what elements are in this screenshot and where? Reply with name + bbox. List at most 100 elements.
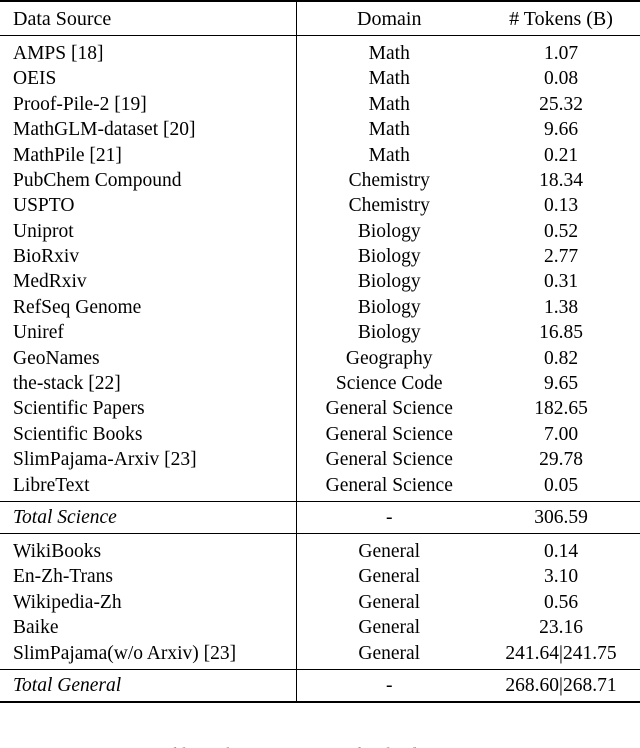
- table-row: Uniref Biology 16.85: [0, 320, 640, 346]
- cell-domain: Math: [295, 91, 482, 118]
- cell-data-source: Wikipedia-Zh: [13, 591, 122, 613]
- table-row: USPTO Chemistry 0.13: [0, 193, 640, 219]
- cell-domain: General: [295, 539, 482, 565]
- column-header-domain: Domain: [295, 2, 482, 36]
- table-row: Wikipedia-Zh General 0.56: [0, 589, 640, 616]
- table-row: Scientific Papers General Science 182.65: [0, 396, 640, 422]
- cell-domain: Science Code: [295, 371, 482, 397]
- cell-total-science-domain: -: [295, 502, 482, 534]
- cell-data-source: MedRxiv: [13, 271, 87, 293]
- cell-data-source: Uniprot: [13, 220, 74, 242]
- cell-tokens: 1.07: [543, 42, 579, 64]
- cell-domain: General Science: [295, 447, 482, 473]
- table-row: LibreText General Science 0.05: [0, 472, 640, 499]
- table-row: Scientific Books General Science 7.00: [0, 421, 640, 448]
- table-row: MedRxiv Biology 0.31: [0, 269, 640, 295]
- cell-domain: Biology: [295, 269, 482, 295]
- table-row: AMPS [18] Math 1.07: [0, 41, 640, 67]
- cell-data-source: PubChem Compound: [13, 169, 182, 191]
- cell-tokens: 0.56: [543, 591, 579, 613]
- cell-total-science-tokens: 306.59: [534, 506, 588, 528]
- table-row: En-Zh-Trans General 3.10: [0, 564, 640, 590]
- data-source-table: Data Source Domain # Tokens (B) AMPS [18…: [0, 0, 640, 704]
- cell-data-source: OEIS: [13, 68, 57, 90]
- cell-data-source: AMPS [18]: [13, 42, 104, 64]
- cell-data-source: Scientific Papers: [13, 398, 145, 420]
- cell-domain: Chemistry: [295, 193, 482, 219]
- cell-tokens: 0.31: [543, 271, 579, 293]
- cell-tokens: 0.52: [543, 220, 579, 242]
- cell-tokens: 25.32: [539, 93, 583, 115]
- cell-domain: Math: [295, 142, 482, 168]
- cell-data-source: SlimPajama(w/o Arxiv) [23]: [13, 642, 237, 664]
- table-row: Uniprot Biology 0.52: [0, 218, 640, 245]
- cell-domain: General Science: [295, 472, 482, 499]
- table-row: SlimPajama-Arxiv [23] General Science 29…: [0, 447, 640, 473]
- table-row: MathPile [21] Math 0.21: [0, 142, 640, 168]
- cell-domain: Biology: [295, 218, 482, 245]
- cell-data-source: Proof-Pile-2 [19]: [13, 93, 147, 115]
- total-general-row: Total General - 268.60|268.71: [0, 669, 640, 702]
- cell-total-general-domain: -: [295, 669, 482, 702]
- column-header-data-source: Data Source: [13, 7, 112, 30]
- cell-domain: General: [295, 615, 482, 641]
- cell-tokens: 2.77: [543, 246, 579, 268]
- table-row: Baike General 23.16: [0, 615, 640, 641]
- cell-domain: Biology: [295, 294, 482, 321]
- cell-tokens: 0.14: [543, 540, 579, 562]
- cell-total-general-label: Total General: [13, 674, 122, 696]
- cell-tokens: 0.21: [543, 144, 579, 166]
- cell-domain: General: [295, 640, 482, 666]
- cell-tokens: 29.78: [539, 449, 583, 471]
- cell-data-source: Uniref: [13, 322, 64, 344]
- table-row: BioRxiv Biology 2.77: [0, 244, 640, 270]
- cell-domain: Geography: [295, 345, 482, 372]
- cell-data-source: WikiBooks: [13, 540, 102, 562]
- rule-table-bottom: [0, 700, 640, 704]
- cell-tokens: 7.00: [543, 423, 579, 445]
- cell-tokens: 9.65: [543, 373, 579, 395]
- cell-domain: General: [295, 589, 482, 616]
- cell-total-science-label: Total Science: [13, 506, 117, 528]
- cell-tokens: 241.64|241.75: [505, 642, 617, 664]
- cell-data-source: RefSeq Genome: [13, 296, 142, 318]
- cell-domain: General: [295, 564, 482, 590]
- total-science-row: Total Science - 306.59: [0, 502, 640, 534]
- table-row: Proof-Pile-2 [19] Math 25.32: [0, 91, 640, 118]
- table-row: the-stack [22] Science Code 9.65: [0, 371, 640, 397]
- table-row: RefSeq Genome Biology 1.38: [0, 294, 640, 321]
- table-row: PubChem Compound Chemistry 18.34: [0, 167, 640, 194]
- cell-tokens: 182.65: [534, 398, 588, 420]
- cell-domain: Math: [295, 41, 482, 67]
- cell-data-source: LibreText: [13, 474, 90, 496]
- cell-data-source: SlimPajama-Arxiv [23]: [13, 449, 197, 471]
- cell-tokens: 18.34: [539, 169, 583, 191]
- cell-data-source: BioRxiv: [13, 246, 80, 268]
- table-body: Data Source Domain # Tokens (B) AMPS [18…: [0, 0, 640, 704]
- cell-tokens: 1.38: [543, 296, 579, 318]
- cell-data-source: the-stack [22]: [13, 373, 121, 395]
- cell-tokens: 9.66: [543, 119, 579, 141]
- cell-tokens: 0.05: [543, 474, 579, 496]
- cell-data-source: En-Zh-Trans: [13, 566, 114, 588]
- cell-total-general-tokens: 268.60|268.71: [505, 674, 617, 696]
- cell-domain: Biology: [295, 320, 482, 346]
- table-header-row: Data Source Domain # Tokens (B): [0, 2, 640, 36]
- table-row: SlimPajama(w/o Arxiv) [23] General 241.6…: [0, 640, 640, 666]
- cell-data-source: USPTO: [13, 195, 75, 217]
- table-row: OEIS Math 0.08: [0, 66, 640, 92]
- cell-domain: Math: [295, 117, 482, 143]
- cell-data-source: GeoNames: [13, 347, 100, 369]
- table-row: MathGLM-dataset [20] Math 9.66: [0, 117, 640, 143]
- table-container: Data Source Domain # Tokens (B) AMPS [18…: [0, 0, 640, 748]
- cell-tokens: 0.82: [543, 347, 579, 369]
- cell-data-source: MathPile [21]: [13, 144, 122, 166]
- cell-tokens: 0.13: [543, 195, 579, 217]
- cell-domain: Biology: [295, 244, 482, 270]
- cell-data-source: MathGLM-dataset [20]: [13, 119, 196, 141]
- cell-data-source: Baike: [13, 617, 59, 639]
- table-row: GeoNames Geography 0.82: [0, 345, 640, 372]
- table-row: WikiBooks General 0.14: [0, 539, 640, 565]
- cell-data-source: Scientific Books: [13, 423, 143, 445]
- cell-domain: General Science: [295, 421, 482, 448]
